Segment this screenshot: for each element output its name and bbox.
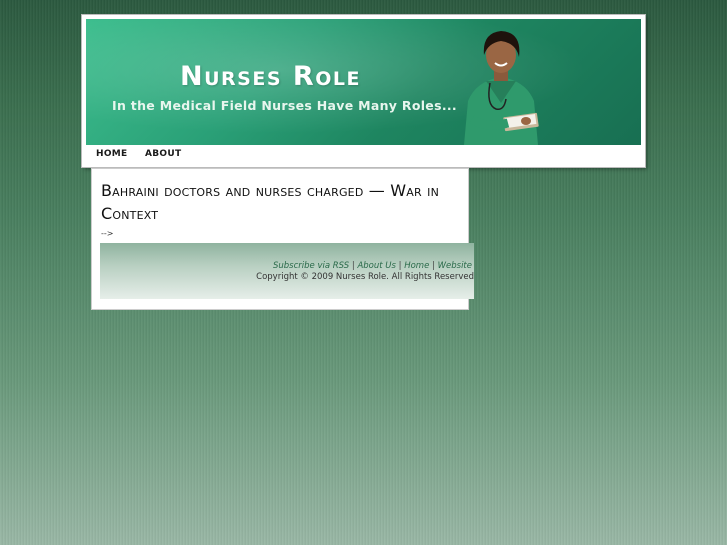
footer-link-rss[interactable]: Subscribe via RSS xyxy=(273,261,349,271)
stray-comment-text: --> xyxy=(101,229,114,238)
content-panel: Bahraini doctors and nurses charged — Wa… xyxy=(92,169,474,309)
post-title[interactable]: Bahraini doctors and nurses charged — Wa… xyxy=(101,179,441,225)
footer-separator: | xyxy=(351,261,355,271)
site-tagline: In the Medical Field Nurses Have Many Ro… xyxy=(112,98,457,113)
footer-link-website[interactable]: Website xyxy=(438,261,472,271)
header-banner: Nurses Role In the Medical Field Nurses … xyxy=(86,19,641,145)
footer-links: Subscribe via RSS | About Us | Home | We… xyxy=(273,261,472,271)
site-header: Nurses Role In the Medical Field Nurses … xyxy=(82,15,645,167)
nav-item-home[interactable]: HOME xyxy=(96,149,128,159)
footer-separator: | xyxy=(398,261,402,271)
nav-item-about[interactable]: ABOUT xyxy=(145,149,181,159)
nurse-photo-icon xyxy=(464,31,539,145)
footer-copyright: Copyright © 2009 Nurses Role. All Rights… xyxy=(256,272,474,282)
site-title[interactable]: Nurses Role xyxy=(180,61,361,92)
footer: Subscribe via RSS | About Us | Home | We… xyxy=(100,243,474,299)
footer-link-about-us[interactable]: About Us xyxy=(357,261,395,271)
main-nav: HOME ABOUT xyxy=(86,145,641,163)
footer-separator: | xyxy=(432,261,435,271)
footer-link-home[interactable]: Home xyxy=(404,261,429,271)
